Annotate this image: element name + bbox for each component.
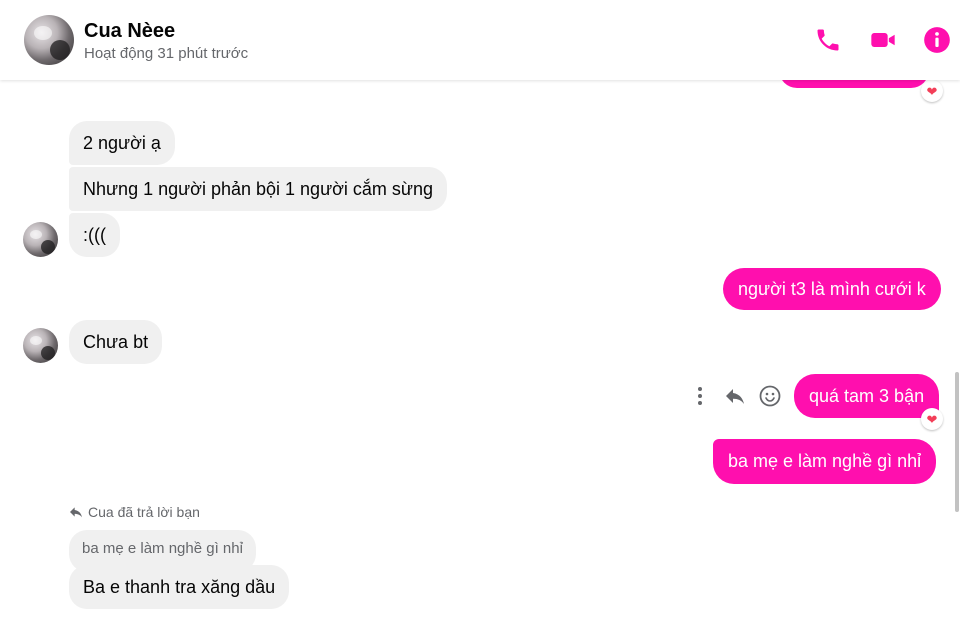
info-icon[interactable] (923, 26, 951, 54)
incoming-message[interactable]: Nhưng 1 người phản bội 1 người cắm sừng (69, 167, 447, 211)
contact-status: Hoạt động 31 phút trước (84, 45, 249, 62)
reply-indicator-text: Cua đã trả lời bạn (88, 504, 200, 520)
outgoing-message[interactable]: ba mẹ e làm nghề gì nhỉ (713, 439, 937, 484)
incoming-message[interactable]: Chưa bt (69, 320, 163, 364)
heart-reaction-icon[interactable]: ❤ (921, 408, 943, 430)
scrollbar[interactable] (955, 372, 959, 512)
contact-avatar[interactable] (24, 15, 74, 65)
reply-indicator: Cua đã trả lời bạn (68, 504, 200, 520)
conversation-header: Cua Nèee Hoạt động 31 phút trước (0, 0, 960, 80)
outgoing-message[interactable]: quá tam 3 bận (794, 374, 940, 418)
video-camera-icon[interactable] (869, 26, 897, 54)
contact-avatar-small[interactable] (23, 328, 58, 363)
phone-icon[interactable] (814, 26, 842, 54)
emoji-reaction-icon[interactable] (758, 384, 782, 408)
reply-icon[interactable] (723, 384, 747, 408)
reply-arrow-icon (70, 507, 82, 518)
incoming-message[interactable]: 2 người ạ (69, 121, 175, 165)
outgoing-message[interactable]: người t3 là mình cưới k (723, 268, 941, 310)
contact-avatar-small[interactable] (23, 222, 58, 257)
contact-name[interactable]: Cua Nèee (84, 20, 175, 43)
incoming-message[interactable]: :((( (69, 213, 120, 257)
incoming-message[interactable]: Ba e thanh tra xăng dầu (69, 565, 290, 609)
more-options-icon[interactable] (688, 384, 712, 408)
heart-reaction-icon[interactable]: ❤ (921, 80, 943, 102)
